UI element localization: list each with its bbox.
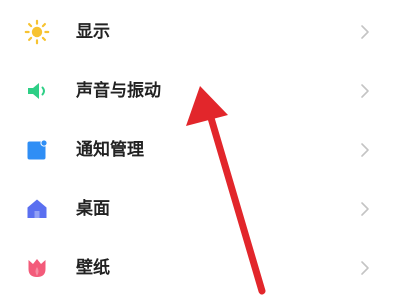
speaker-icon	[28, 83, 45, 99]
chevron-right-icon	[361, 202, 369, 216]
home-icon	[27, 199, 47, 218]
notification-icon	[27, 139, 48, 160]
settings-item-display[interactable]: 显示	[0, 2, 400, 62]
settings-item-label: 声音与振动	[76, 81, 161, 101]
settings-list: 显示 声音与振动 通知管理 桌面 壁纸	[0, 0, 400, 299]
settings-item-label: 显示	[76, 22, 110, 42]
tulip-icon	[28, 259, 46, 277]
settings-item-sound-vibration[interactable]: 声音与振动	[0, 61, 400, 121]
chevron-right-icon	[361, 261, 369, 275]
settings-item-wallpaper[interactable]: 壁纸	[0, 238, 400, 298]
sun-icon	[24, 19, 50, 45]
settings-item-label: 通知管理	[76, 140, 144, 160]
settings-item-label: 桌面	[76, 199, 110, 219]
settings-item-notifications[interactable]: 通知管理	[0, 120, 400, 180]
chevron-right-icon	[361, 25, 369, 39]
chevron-right-icon	[361, 84, 369, 98]
settings-item-label: 壁纸	[76, 258, 110, 278]
settings-item-desktop[interactable]: 桌面	[0, 179, 400, 239]
chevron-right-icon	[361, 143, 369, 157]
